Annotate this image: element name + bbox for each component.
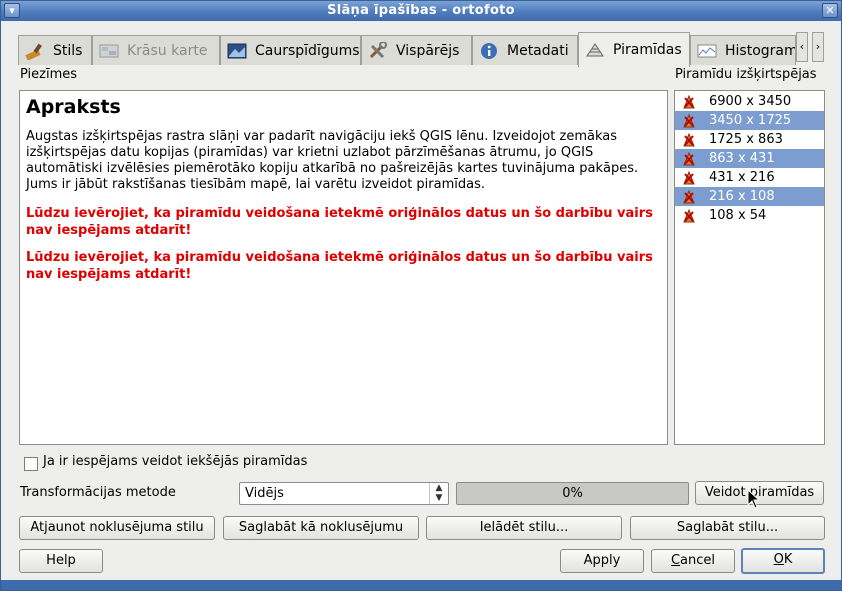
progress-text: 0% bbox=[562, 486, 583, 501]
save-as-default-button[interactable]: Saglabāt kā noklusējumu bbox=[223, 516, 419, 540]
pyramid-status-icon bbox=[683, 170, 695, 184]
internal-pyramids-checkbox[interactable] bbox=[24, 457, 38, 471]
pyramid-resolutions-list[interactable]: 6900 x 3450 3450 x 1725 1725 x 863 863 x 43… bbox=[674, 90, 825, 445]
notes-heading: Apraksts bbox=[26, 96, 121, 118]
apply-button[interactable]: Apply bbox=[560, 549, 644, 573]
tab-histogram[interactable]: Histogram bbox=[690, 35, 796, 65]
restore-default-style-button[interactable]: Atjaunot noklusējuma stilu bbox=[19, 516, 215, 540]
pyramid-resolution-item[interactable]: 3450 x 1725 bbox=[675, 111, 824, 130]
pyramid-resolution-label: 6900 x 3450 bbox=[709, 94, 792, 109]
transform-method-label: Transformācijas metode bbox=[20, 485, 176, 500]
pyramid-resolution-label: 108 x 54 bbox=[709, 208, 767, 223]
pyramid-status-icon bbox=[683, 151, 695, 165]
pyramid-status-icon bbox=[683, 208, 695, 222]
brush-icon bbox=[25, 42, 45, 60]
tab-style[interactable]: Stils bbox=[18, 35, 92, 65]
title-bar[interactable]: ▾ Slāņa īpašības - ortofoto ✕ bbox=[1, 1, 841, 21]
pyramids-label: Piramīdu izšķirtspējas bbox=[675, 67, 817, 82]
tab-colormap[interactable]: Krāsu karte bbox=[92, 35, 220, 65]
window-title: Slāņa īpašības - ortofoto bbox=[327, 3, 515, 18]
info-icon bbox=[479, 42, 499, 60]
pyramid-resolution-item[interactable]: 863 x 431 bbox=[675, 149, 824, 168]
colormap-icon bbox=[99, 42, 119, 60]
notes-panel[interactable]: Apraksts Augstas izšķirtspējas rastra sl… bbox=[19, 90, 668, 445]
transparency-icon bbox=[227, 42, 247, 60]
mouse-cursor-icon bbox=[747, 489, 761, 509]
notes-warning: Lūdzu ievērojiet, ka piramīdu veidošana … bbox=[26, 250, 653, 282]
window-bottom-border bbox=[1, 580, 841, 590]
pyramid-resolution-item[interactable]: 6900 x 3450 bbox=[675, 92, 824, 111]
tab-metadata[interactable]: Metadati bbox=[472, 35, 578, 65]
close-button[interactable]: ✕ bbox=[822, 3, 838, 18]
tab-scroll-right[interactable]: › bbox=[812, 32, 824, 62]
internal-pyramids-label: Ja ir iespējams veidot iekšējās piramīda… bbox=[43, 454, 308, 469]
cancel-button[interactable]: Cancel bbox=[651, 549, 735, 573]
tab-scroll-left[interactable]: ‹ bbox=[796, 32, 808, 62]
pyramid-resolution-item[interactable]: 216 x 108 bbox=[675, 187, 824, 206]
ok-button[interactable]: OK bbox=[741, 548, 825, 574]
pyramid-status-icon bbox=[683, 132, 695, 146]
save-style-button[interactable]: Saglabāt stilu... bbox=[630, 516, 825, 540]
tab-general[interactable]: Vispārējs bbox=[361, 35, 472, 65]
updown-arrow-icon: ▲ ▼ bbox=[429, 483, 448, 504]
notes-label: Piezīmes bbox=[20, 67, 78, 82]
tab-bar: Stils Krāsu karte Caurspīdīgums Vispārēj… bbox=[18, 32, 811, 67]
pyramid-resolution-label: 3450 x 1725 bbox=[709, 113, 792, 128]
pyramid-resolution-label: 863 x 431 bbox=[709, 151, 775, 166]
close-icon: ✕ bbox=[825, 4, 835, 17]
pyramid-progress-bar: 0% bbox=[456, 482, 689, 505]
pyramid-resolution-item[interactable]: 1725 x 863 bbox=[675, 130, 824, 149]
pyramid-status-icon bbox=[683, 189, 695, 203]
pyramid-status-icon bbox=[683, 113, 695, 127]
pyramid-resolution-label: 1725 x 863 bbox=[709, 132, 783, 147]
pyramid-resolution-item[interactable]: 108 x 54 bbox=[675, 206, 824, 225]
tools-icon bbox=[368, 41, 388, 60]
tab-transparency[interactable]: Caurspīdīgums bbox=[220, 35, 361, 65]
notes-warning: Lūdzu ievērojiet, ka piramīdu veidošana … bbox=[26, 206, 653, 238]
help-button[interactable]: Help bbox=[19, 549, 103, 573]
transform-method-select[interactable]: Vidējs ▲ ▼ bbox=[239, 482, 449, 505]
load-style-button[interactable]: Ielādēt stilu... bbox=[426, 516, 622, 540]
pyramid-icon bbox=[585, 41, 605, 59]
histogram-icon bbox=[697, 42, 717, 60]
pyramid-resolution-label: 431 x 216 bbox=[709, 170, 775, 185]
layer-properties-window: ▾ Slāņa īpašības - ortofoto ✕ Stils Krās… bbox=[0, 0, 842, 591]
tab-pyramids[interactable]: Piramīdas bbox=[578, 32, 690, 67]
pyramid-status-icon bbox=[683, 94, 695, 108]
pyramid-resolution-item[interactable]: 431 x 216 bbox=[675, 168, 824, 187]
pyramid-resolution-label: 216 x 108 bbox=[709, 189, 775, 204]
notes-description: Augstas izšķirtspējas rastra slāņi var p… bbox=[26, 129, 639, 192]
